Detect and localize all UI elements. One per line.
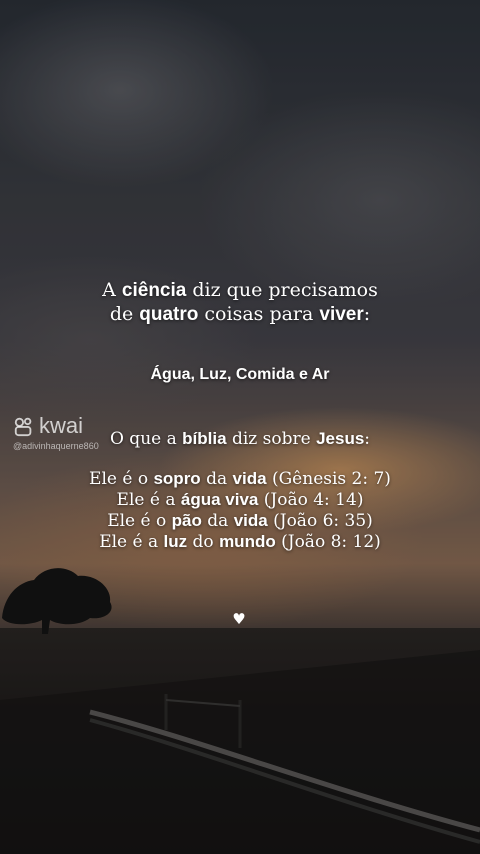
text-segment: : [364,429,371,449]
text-segment: do [187,532,220,552]
text-segment: Ele é o [107,511,172,531]
bold-word: luz [163,532,188,551]
text-segment: da [200,469,233,489]
heart-icon: ♥ [232,610,246,628]
text-segment: : [363,303,371,325]
text-segment: Ele é a [116,490,181,510]
bold-word: bíblia [182,429,227,448]
text-segment: da [201,511,234,531]
text-segment: (João 6: 35) [267,511,373,531]
text-segment: (Gênesis 2: 7) [266,469,391,489]
bold-word: pão [171,511,202,530]
text-segment: A [102,279,122,301]
bold-word: ciência [121,280,187,301]
text-segment: (João 8: 12) [275,532,381,552]
text-segment: coisas para [198,303,320,325]
bold-word: vida [232,469,267,488]
bold-word: quatro [139,304,199,325]
science-line-2: de quatro coisas para viver: [0,303,480,326]
science-line-1: A ciência diz que precisamos [0,279,480,302]
text-segment: diz sobre [226,429,317,449]
text-segment: de [109,303,140,325]
verse-line: Ele é o sopro da vida (Gênesis 2: 7) [0,468,480,490]
bold-word: sopro [153,469,201,488]
bold-word: mundo [219,532,276,551]
text-segment: Ele é a [99,532,164,552]
bold-word: viver [319,304,364,325]
bible-question: O que a bíblia diz sobre Jesus: [0,429,480,449]
bold-word: vida [233,511,268,530]
text-segment: (João 4: 14) [258,490,364,510]
text-segment: diz que precisamos [186,279,378,301]
verse-line: Ele é o pão da vida (João 6: 35) [0,510,480,532]
text-segment: Ele é o [89,469,154,489]
bold-word: Jesus [316,429,365,448]
needs-line: Água, Luz, Comida e Ar [150,366,330,383]
text-segment: O que a [109,429,183,449]
verse-line: Ele é a luz do mundo (João 8: 12) [0,531,480,553]
bold-word: água viva [180,490,259,509]
verse-line: Ele é a água viva (João 4: 14) [0,489,480,511]
